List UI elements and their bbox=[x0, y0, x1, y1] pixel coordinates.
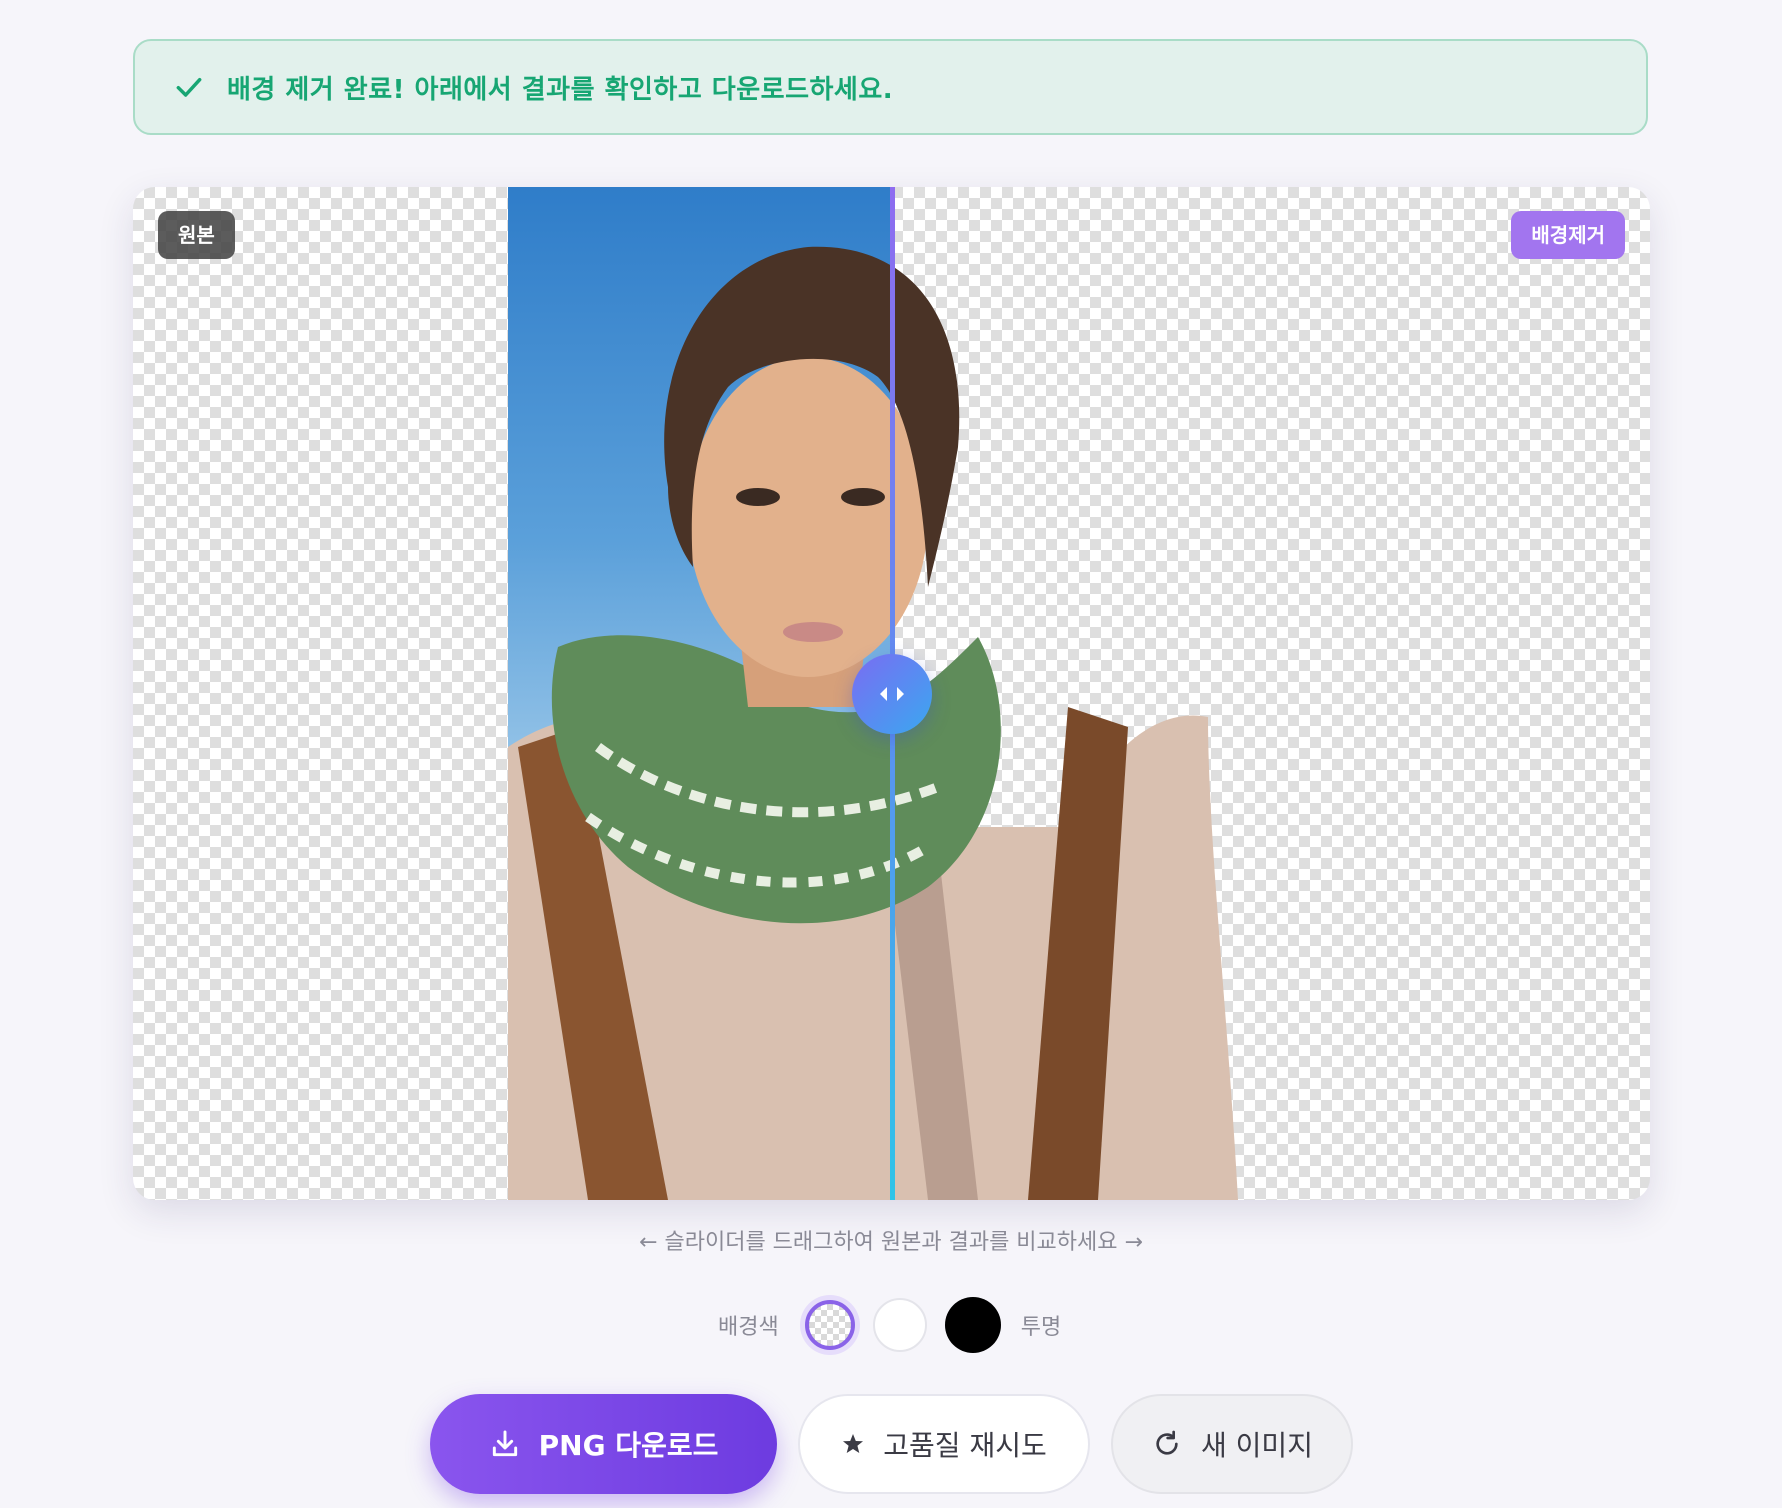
new-image-label: 새 이미지 bbox=[1201, 1429, 1313, 1462]
download-button-label: PNG 다운로드 bbox=[538, 1429, 719, 1462]
swatch-black[interactable] bbox=[944, 1297, 1001, 1353]
success-message: 배경 제거 완료! 아래에서 결과를 확인하고 다운로드하세요. bbox=[227, 74, 894, 105]
result-label: 배경제거 bbox=[1511, 211, 1625, 259]
slider-hint: ← 슬라이더를 드래그하여 원본과 결과를 비교하세요 → bbox=[639, 1230, 1143, 1255]
original-label: 원본 bbox=[158, 211, 235, 259]
swatch-white[interactable] bbox=[872, 1298, 927, 1352]
hq-retry-button[interactable]: 고품질 재시도 bbox=[798, 1394, 1090, 1494]
swatch-transparent[interactable] bbox=[804, 1300, 855, 1350]
background-color-label: 배경색 bbox=[718, 1315, 779, 1340]
comparison-viewer[interactable]: 원본 배경제거 bbox=[133, 187, 1650, 1200]
hq-retry-label: 고품질 재시도 bbox=[883, 1429, 1047, 1462]
selected-color-label: 투명 bbox=[1020, 1315, 1062, 1340]
download-icon bbox=[492, 1430, 517, 1457]
success-banner: 배경 제거 완료! 아래에서 결과를 확인하고 다운로드하세요. bbox=[133, 39, 1648, 135]
check-icon bbox=[176, 77, 202, 97]
slider-handle[interactable] bbox=[852, 654, 932, 734]
arrows-left-right-icon bbox=[880, 687, 904, 701]
background-color-picker: 배경색 투명 bbox=[718, 1296, 1061, 1354]
new-image-button[interactable]: 새 이미지 bbox=[1111, 1394, 1353, 1494]
refresh-icon bbox=[1156, 1430, 1178, 1455]
bg-removal-result-page: 배경 제거 완료! 아래에서 결과를 확인하고 다운로드하세요. 원본 배경제거… bbox=[0, 0, 1782, 1508]
download-png-button[interactable]: PNG 다운로드 bbox=[430, 1394, 777, 1494]
subject-image bbox=[508, 246, 1238, 1200]
star-icon bbox=[843, 1434, 864, 1453]
